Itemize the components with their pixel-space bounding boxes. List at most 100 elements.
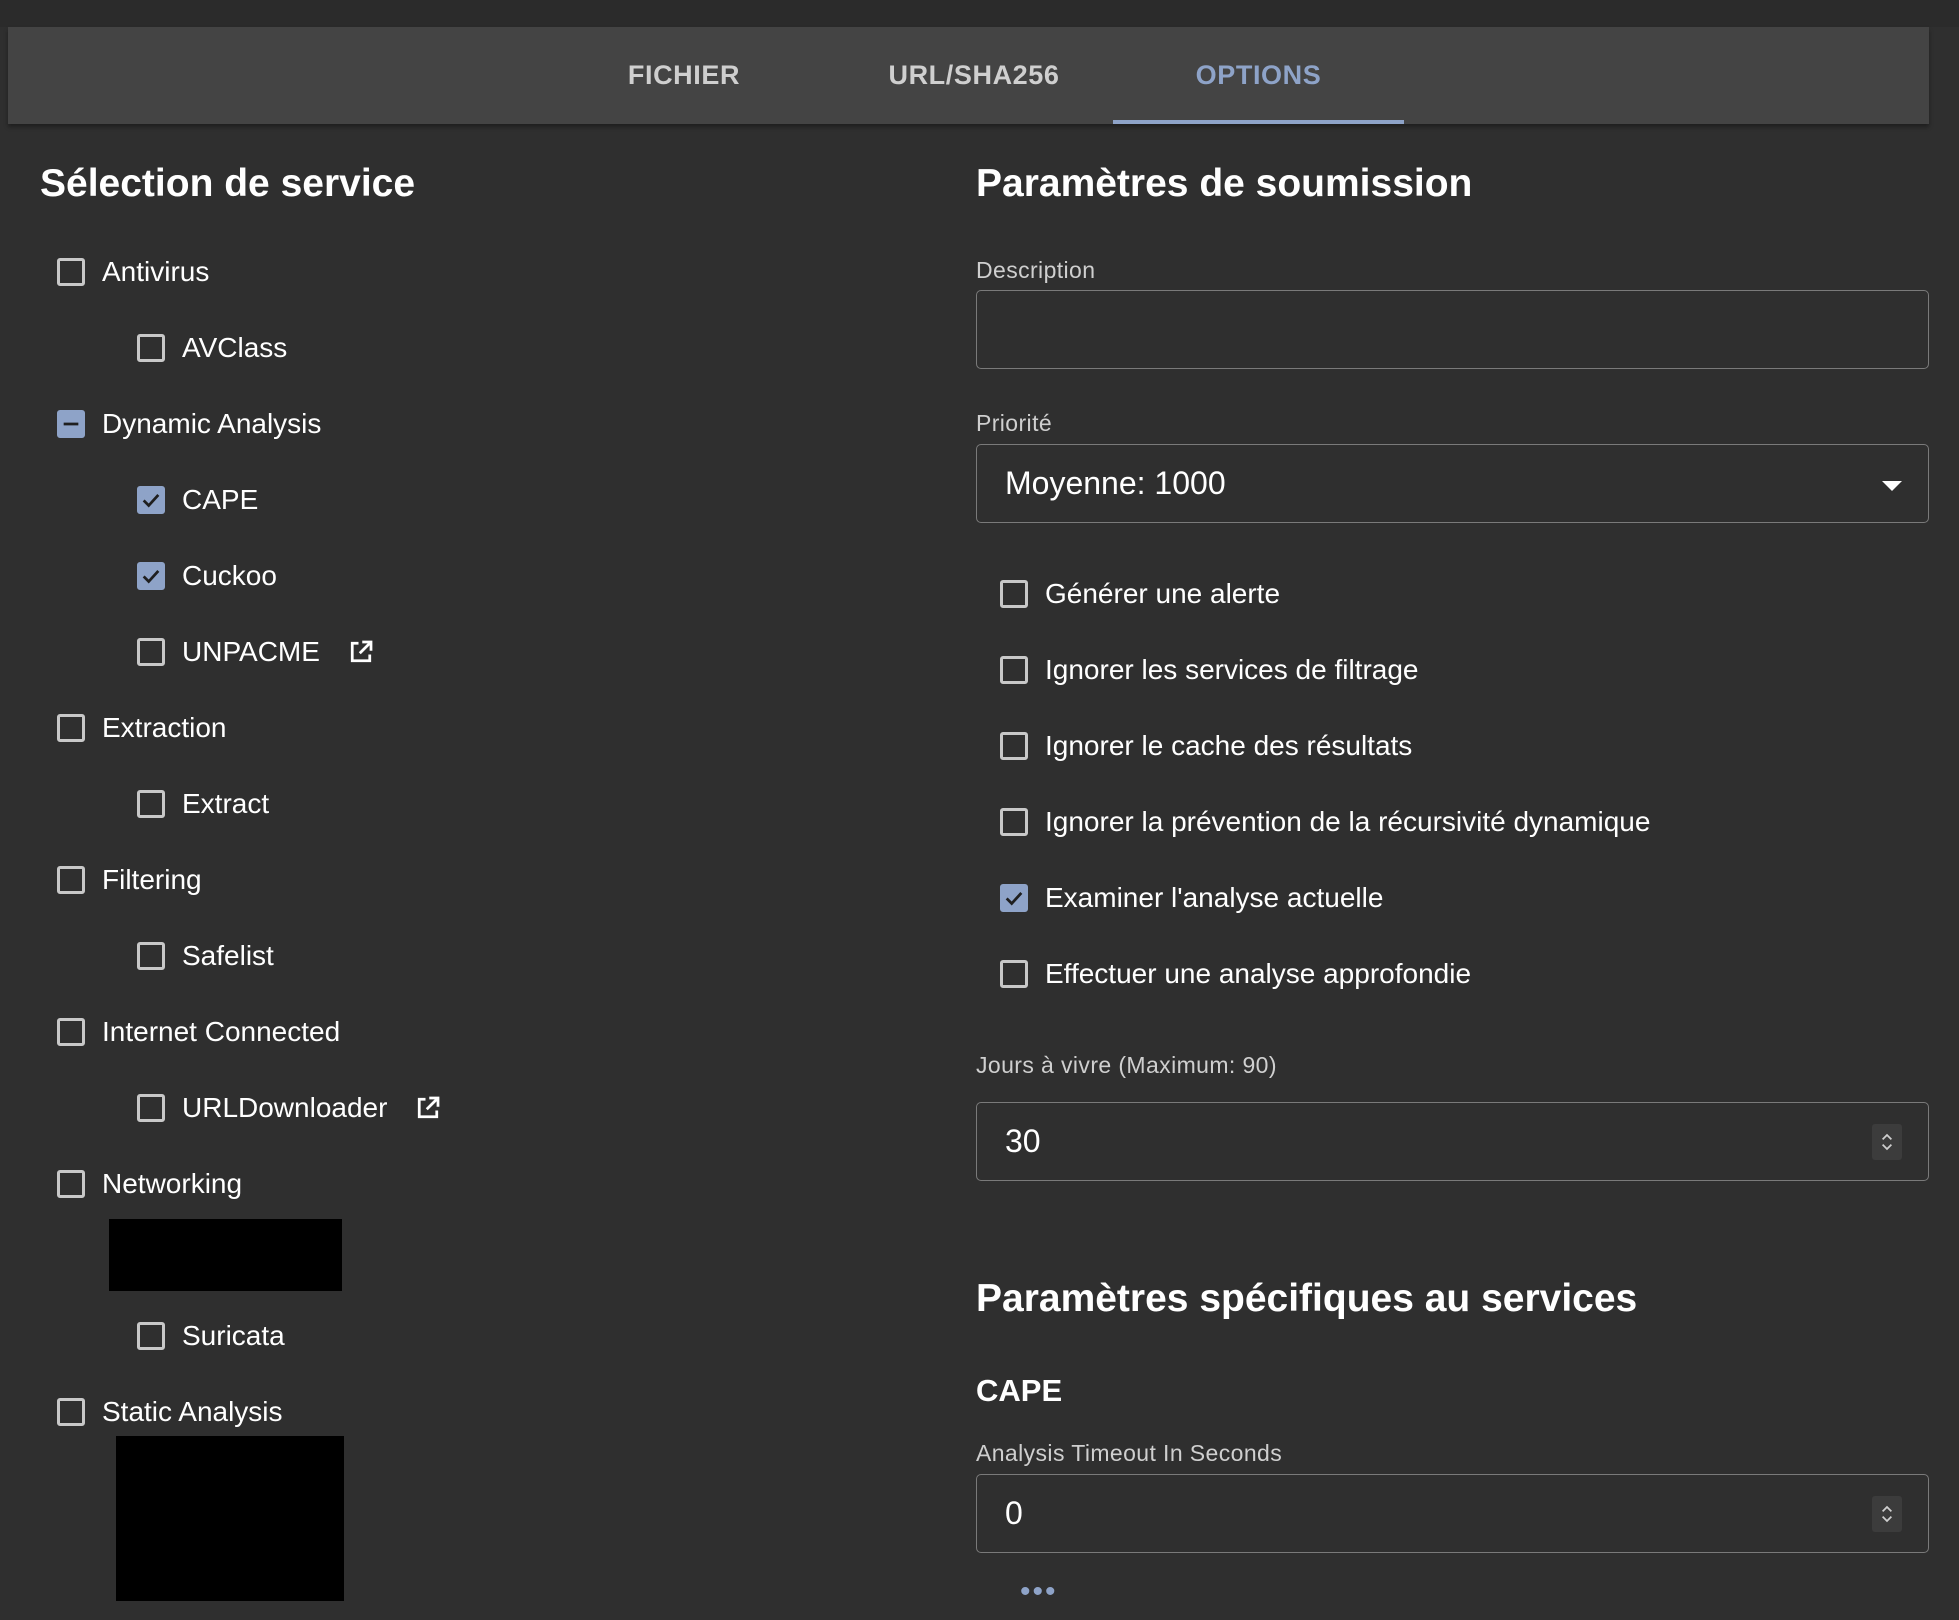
checkbox-ignorer-recursivite[interactable] bbox=[1000, 808, 1028, 836]
tab-options[interactable]: OPTIONS bbox=[1113, 27, 1404, 124]
option-analyse-approfondie-label: Effectuer une analyse approfondie bbox=[1045, 958, 1472, 989]
service-networking-label: Networking bbox=[102, 1168, 243, 1199]
checkbox-extraction[interactable] bbox=[57, 714, 85, 742]
checkbox-ignorer-filtrage[interactable] bbox=[1000, 656, 1028, 684]
checkbox-urldownloader[interactable] bbox=[137, 1094, 165, 1122]
service-name-cape: CAPE bbox=[976, 1373, 1063, 1408]
more-options-icon[interactable]: ••• bbox=[1020, 1577, 1058, 1607]
checkbox-examiner-analyse[interactable] bbox=[1000, 884, 1028, 912]
description-label: Description bbox=[976, 257, 1096, 283]
priority-select[interactable]: Moyenne: 1000 bbox=[976, 444, 1929, 523]
service-networking[interactable]: Networking bbox=[57, 1164, 242, 1204]
tab-url-sha256[interactable]: URL/SHA256 bbox=[844, 27, 1104, 124]
tab-fichier[interactable]: FICHIER bbox=[564, 27, 804, 124]
service-extract-label: Extract bbox=[182, 788, 270, 819]
redacted-block bbox=[116, 1436, 344, 1601]
service-urldownloader[interactable]: URLDownloader bbox=[137, 1088, 443, 1128]
service-cuckoo-label: Cuckoo bbox=[182, 560, 277, 591]
active-tab-indicator bbox=[1113, 120, 1404, 124]
external-link-icon[interactable] bbox=[413, 1093, 443, 1123]
dropdown-arrow-icon bbox=[1882, 481, 1902, 491]
checkbox-analyse-approfondie[interactable] bbox=[1000, 960, 1028, 988]
service-suricata[interactable]: Suricata bbox=[137, 1316, 285, 1356]
checkbox-filtering[interactable] bbox=[57, 866, 85, 894]
tab-bar: FICHIER URL/SHA256 OPTIONS bbox=[8, 27, 1929, 124]
service-unpacme[interactable]: UNPACME bbox=[137, 632, 376, 672]
service-suricata-label: Suricata bbox=[182, 1320, 285, 1351]
tab-url-sha256-label: URL/SHA256 bbox=[888, 60, 1060, 90]
checkbox-networking[interactable] bbox=[57, 1170, 85, 1198]
service-safelist-label: Safelist bbox=[182, 940, 274, 971]
option-ignorer-recursivite-label: Ignorer la prévention de la récursivité … bbox=[1045, 806, 1651, 837]
checkbox-safelist[interactable] bbox=[137, 942, 165, 970]
service-specific-title: Paramètres spécifiques au services bbox=[976, 1277, 1638, 1320]
checkmark-icon bbox=[142, 494, 160, 508]
service-unpacme-label: UNPACME bbox=[182, 636, 320, 667]
service-static-analysis[interactable]: Static Analysis bbox=[57, 1392, 283, 1432]
spinner-icon[interactable] bbox=[1872, 1124, 1902, 1160]
checkbox-ignorer-cache[interactable] bbox=[1000, 732, 1028, 760]
external-link-icon[interactable] bbox=[346, 637, 376, 667]
service-dynamic-analysis[interactable]: Dynamic Analysis bbox=[57, 404, 321, 444]
checkbox-unpacme[interactable] bbox=[137, 638, 165, 666]
option-generer-alerte-label: Générer une alerte bbox=[1045, 578, 1281, 609]
checkbox-cape[interactable] bbox=[137, 486, 165, 514]
minus-icon bbox=[63, 422, 79, 426]
spinner-icon[interactable] bbox=[1872, 1496, 1902, 1532]
page: FICHIER URL/SHA256 OPTIONS Sélection de … bbox=[0, 0, 1959, 1620]
priority-value: Moyenne: 1000 bbox=[1005, 465, 1226, 501]
service-filtering[interactable]: Filtering bbox=[57, 860, 202, 900]
service-static-analysis-label: Static Analysis bbox=[102, 1396, 283, 1427]
option-ignorer-cache-label: Ignorer le cache des résultats bbox=[1045, 730, 1413, 761]
option-analyse-approfondie[interactable]: Effectuer une analyse approfondie bbox=[1000, 954, 1471, 994]
service-extraction[interactable]: Extraction bbox=[57, 708, 227, 748]
option-ignorer-recursivite[interactable]: Ignorer la prévention de la récursivité … bbox=[1000, 802, 1650, 842]
checkbox-internet-connected[interactable] bbox=[57, 1018, 85, 1046]
service-internet-connected-label: Internet Connected bbox=[102, 1016, 341, 1047]
service-antivirus-label: Antivirus bbox=[102, 256, 210, 287]
checkbox-generer-alerte[interactable] bbox=[1000, 580, 1028, 608]
checkbox-suricata[interactable] bbox=[137, 1322, 165, 1350]
service-cape-label: CAPE bbox=[182, 484, 259, 515]
description-field[interactable] bbox=[976, 290, 1929, 369]
service-dynamic-analysis-label: Dynamic Analysis bbox=[102, 408, 322, 439]
service-selection-title: Sélection de service bbox=[40, 162, 416, 205]
redacted-block bbox=[109, 1219, 342, 1291]
service-filtering-label: Filtering bbox=[102, 864, 202, 895]
checkbox-static-analysis[interactable] bbox=[57, 1398, 85, 1426]
checkmark-icon bbox=[142, 570, 160, 584]
checkmark-icon bbox=[1005, 892, 1023, 906]
option-ignorer-filtrage-label: Ignorer les services de filtrage bbox=[1045, 654, 1419, 685]
ttl-label: Jours à vivre (Maximum: 90) bbox=[976, 1052, 1277, 1078]
ttl-value: 30 bbox=[1005, 1123, 1041, 1159]
option-ignorer-filtrage[interactable]: Ignorer les services de filtrage bbox=[1000, 650, 1419, 690]
service-avclass-label: AVClass bbox=[182, 332, 288, 363]
top-strip bbox=[0, 0, 1959, 27]
checkbox-antivirus[interactable] bbox=[57, 258, 85, 286]
service-extraction-label: Extraction bbox=[102, 712, 227, 743]
option-examiner-analyse[interactable]: Examiner l'analyse actuelle bbox=[1000, 878, 1383, 918]
service-antivirus[interactable]: Antivirus bbox=[57, 252, 209, 292]
option-examiner-analyse-label: Examiner l'analyse actuelle bbox=[1045, 882, 1384, 913]
option-ignorer-cache[interactable]: Ignorer le cache des résultats bbox=[1000, 726, 1412, 766]
timeout-label: Analysis Timeout In Seconds bbox=[976, 1440, 1283, 1466]
service-urldownloader-label: URLDownloader bbox=[182, 1092, 388, 1123]
service-safelist[interactable]: Safelist bbox=[137, 936, 274, 976]
checkbox-cuckoo[interactable] bbox=[137, 562, 165, 590]
checkbox-extract[interactable] bbox=[137, 790, 165, 818]
option-generer-alerte[interactable]: Générer une alerte bbox=[1000, 574, 1280, 614]
submission-params-title: Paramètres de soumission bbox=[976, 162, 1473, 205]
checkbox-avclass[interactable] bbox=[137, 334, 165, 362]
service-cuckoo[interactable]: Cuckoo bbox=[137, 556, 277, 596]
service-cape[interactable]: CAPE bbox=[137, 480, 258, 520]
timeout-field[interactable]: 0 bbox=[976, 1474, 1929, 1553]
service-internet-connected[interactable]: Internet Connected bbox=[57, 1012, 340, 1052]
tab-options-label: OPTIONS bbox=[1195, 60, 1322, 90]
description-input[interactable] bbox=[977, 291, 1928, 368]
priority-label: Priorité bbox=[976, 410, 1053, 436]
service-extract[interactable]: Extract bbox=[137, 784, 269, 824]
ttl-field[interactable]: 30 bbox=[976, 1102, 1929, 1181]
service-avclass[interactable]: AVClass bbox=[137, 328, 287, 368]
tab-fichier-label: FICHIER bbox=[627, 60, 741, 90]
checkbox-dynamic-analysis[interactable] bbox=[57, 410, 85, 438]
